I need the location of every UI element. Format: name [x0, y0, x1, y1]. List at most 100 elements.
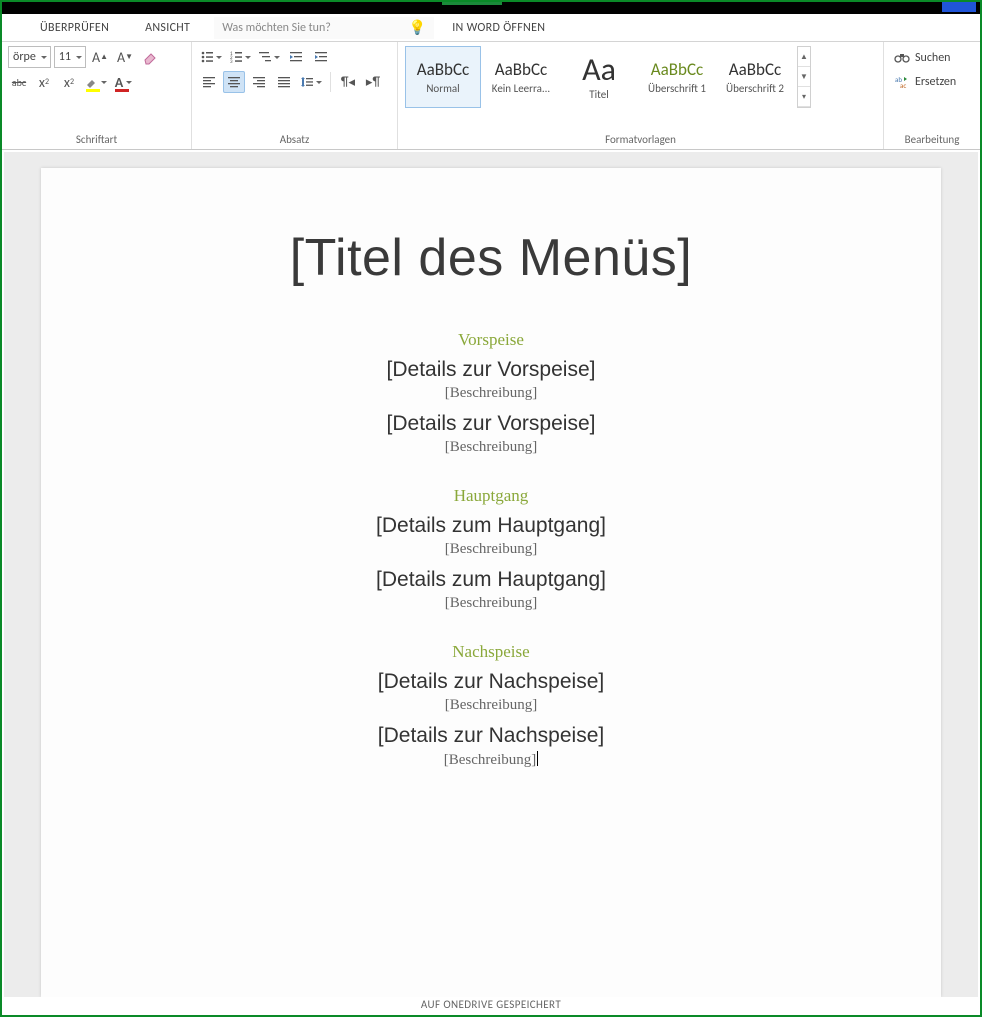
style-label: Kein Leerra... — [492, 82, 550, 95]
highlight-swatch — [86, 89, 100, 92]
menu-item-description[interactable]: [Beschreibung] — [121, 751, 861, 769]
align-right-icon — [252, 75, 266, 89]
increase-indent-button[interactable] — [310, 46, 332, 68]
font-size-value: 11 — [59, 50, 71, 64]
align-justify-button[interactable] — [273, 71, 295, 93]
lightbulb-icon: 💡 — [409, 19, 426, 36]
subscript-button[interactable]: x2 — [33, 71, 55, 93]
group-font: örpe 11 A▲ A▼ abc x2 x2 A — [2, 42, 192, 149]
style-titel[interactable]: Aa Titel — [561, 46, 637, 108]
font-size-select[interactable]: 11 — [54, 46, 86, 68]
group-label-editing: Bearbeitung — [890, 131, 974, 149]
clear-formatting-button[interactable] — [139, 46, 161, 68]
ribbon-tabbar: ÜBERPRÜFEN ANSICHT Was möchten Sie tun? … — [2, 14, 980, 42]
menu-item-description[interactable]: [Beschreibung] — [121, 697, 861, 714]
strikethrough-button[interactable]: abc — [8, 71, 30, 93]
style-label: Überschrift 1 — [648, 82, 706, 95]
tab-view[interactable]: ANSICHT — [127, 14, 208, 42]
menu-item-title[interactable]: [Details zur Nachspeise] — [121, 724, 861, 748]
superscript-button[interactable]: x2 — [58, 71, 80, 93]
replace-label: Ersetzen — [915, 75, 956, 89]
titlebar-accent — [442, 2, 502, 5]
highlight-color-button[interactable] — [83, 71, 109, 93]
menu-item-title[interactable]: [Details zur Vorspeise] — [121, 358, 861, 382]
bullet-list-icon — [200, 50, 214, 64]
tellme-placeholder: Was möchten Sie tun? — [222, 21, 331, 35]
group-styles: AaBbCcNormalAaBbCcKein Leerra...AaTitelA… — [398, 42, 884, 149]
styles-scroll-btn[interactable]: ▾ — [798, 87, 810, 107]
style-kein-leerra-[interactable]: AaBbCc Kein Leerra... — [483, 46, 559, 108]
style--berschrift-2[interactable]: AaBbCc Überschrift 2 — [717, 46, 793, 108]
align-center-button[interactable] — [223, 71, 245, 93]
styles-scroll[interactable]: ▲▼▾ — [797, 46, 811, 108]
menu-item-description[interactable]: [Beschreibung] — [121, 595, 861, 612]
font-name-value: örpe — [13, 50, 36, 64]
align-left-icon — [202, 75, 216, 89]
group-editing: Suchen abac Ersetzen Bearbeitung — [884, 42, 980, 149]
align-justify-icon — [277, 75, 291, 89]
menu-item-title[interactable]: [Details zum Hauptgang] — [121, 514, 861, 538]
align-left-button[interactable] — [198, 71, 220, 93]
replace-icon: abac — [894, 74, 910, 90]
grow-font-button[interactable]: A▲ — [89, 46, 111, 68]
menu-item-description[interactable]: [Beschreibung] — [121, 541, 861, 558]
style-sample: Aa — [582, 54, 616, 86]
group-label-font: Schriftart — [8, 131, 185, 149]
style--berschrift-1[interactable]: AaBbCcÜberschrift 1 — [639, 46, 715, 108]
eraser-icon — [142, 49, 158, 65]
open-in-word-button[interactable]: IN WORD ÖFFNEN — [452, 21, 545, 35]
status-bar: AUF ONEDRIVE GESPEICHERT — [4, 997, 978, 1013]
style-label: Normal — [426, 82, 459, 95]
rtl-button[interactable]: ▸¶ — [362, 71, 384, 93]
style-sample: AaBbCc — [729, 59, 781, 80]
svg-text:3: 3 — [230, 59, 233, 64]
document-canvas: [Titel des Menüs] Vorspeise [Details zur … — [4, 152, 978, 997]
font-name-select[interactable]: örpe — [8, 46, 51, 68]
group-label-styles: Formatvorlagen — [404, 131, 877, 149]
binoculars-icon — [894, 50, 910, 66]
multilevel-list-button[interactable] — [256, 46, 282, 68]
svg-text:ac: ac — [900, 81, 906, 90]
document-page[interactable]: [Titel des Menüs] Vorspeise [Details zur … — [41, 168, 941, 997]
style-label: Titel — [589, 88, 608, 101]
styles-scroll-btn[interactable]: ▼ — [798, 67, 810, 87]
menu-item-description[interactable]: [Beschreibung] — [121, 385, 861, 402]
align-right-button[interactable] — [248, 71, 270, 93]
replace-button[interactable]: abac Ersetzen — [890, 72, 974, 92]
section-heading[interactable]: Vorspeise — [121, 330, 861, 350]
section-heading[interactable]: Nachspeise — [121, 642, 861, 662]
style-sample: AaBbCc — [495, 59, 547, 80]
outdent-icon — [289, 50, 303, 64]
bullets-button[interactable] — [198, 46, 224, 68]
style-normal[interactable]: AaBbCcNormal — [405, 46, 481, 108]
line-spacing-icon — [300, 75, 314, 89]
shrink-font-button[interactable]: A▼ — [114, 46, 136, 68]
font-color-button[interactable]: A — [112, 71, 134, 93]
menu-item-title[interactable]: [Details zur Nachspeise] — [121, 670, 861, 694]
ltr-button[interactable]: ¶◂ — [337, 71, 359, 93]
numbering-button[interactable]: 123 — [227, 46, 253, 68]
styles-scroll-btn[interactable]: ▲ — [798, 47, 810, 67]
menu-item-title[interactable]: [Details zur Vorspeise] — [121, 412, 861, 436]
section-heading[interactable]: Hauptgang — [121, 486, 861, 506]
tellme-search[interactable]: Was möchten Sie tun? 💡 — [214, 17, 434, 39]
line-spacing-button[interactable] — [298, 71, 324, 93]
styles-gallery: AaBbCcNormalAaBbCcKein Leerra...AaTitelA… — [404, 46, 877, 108]
style-label: Überschrift 2 — [726, 82, 784, 95]
group-label-paragraph: Absatz — [198, 131, 391, 149]
font-color-swatch — [115, 89, 129, 92]
group-paragraph: 123 — [192, 42, 398, 149]
decrease-indent-button[interactable] — [285, 46, 307, 68]
find-button[interactable]: Suchen — [890, 48, 974, 68]
ribbon: örpe 11 A▲ A▼ abc x2 x2 A — [2, 42, 980, 150]
indent-icon — [314, 50, 328, 64]
pilcrow-rtl-icon: ▸¶ — [366, 75, 380, 90]
tab-review[interactable]: ÜBERPRÜFEN — [22, 14, 127, 42]
menu-item-description[interactable]: [Beschreibung] — [121, 439, 861, 456]
menu-item-title[interactable]: [Details zum Hauptgang] — [121, 568, 861, 592]
document-title[interactable]: [Titel des Menüs] — [121, 228, 861, 288]
titlebar-accent — [942, 2, 976, 12]
multilevel-list-icon — [258, 50, 272, 64]
window-titlebar — [2, 2, 980, 14]
find-label: Suchen — [915, 51, 950, 65]
